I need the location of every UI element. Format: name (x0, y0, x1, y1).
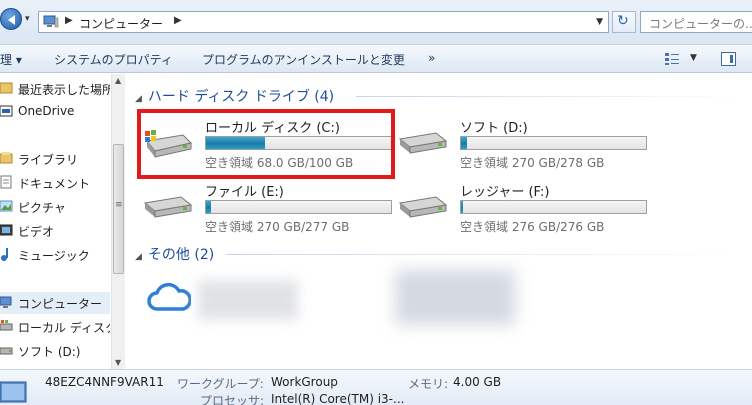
group-header-hdd[interactable]: ◢ ハード ディスク ドライブ (4) (135, 86, 334, 106)
blurred-item[interactable] (395, 270, 515, 325)
group-divider (356, 96, 746, 97)
recent-places-icon (0, 82, 13, 94)
memory-label: メモリ: (408, 377, 449, 391)
preview-pane-icon[interactable] (721, 52, 736, 66)
processor-label: プロセッサ: (200, 394, 265, 405)
videos-icon (0, 224, 13, 236)
scroll-down-icon[interactable]: ▼ (115, 358, 121, 367)
drive-f[interactable]: レッジャー (F:) 空き領域 276 GB/276 GB (398, 181, 648, 234)
address-bar-area: ▾ ▶ コンピューター ▶ ▼ ↻ コンピューターの... (0, 0, 752, 45)
scroll-up-icon[interactable]: ▲ (115, 76, 121, 85)
search-input[interactable]: コンピューターの... (640, 11, 752, 33)
drive-e[interactable]: ファイル (E:) 空き領域 270 GB/277 GB (143, 181, 393, 234)
history-dropdown-icon[interactable]: ▾ (25, 14, 30, 24)
capacity-bar (460, 136, 647, 150)
group-header-other[interactable]: ◢ その他 (2) (135, 244, 214, 264)
nav-scrollbar[interactable]: ▲ ▼ (111, 74, 125, 369)
blurred-item[interactable] (198, 280, 298, 320)
nav-item-libraries[interactable]: ライブラリ (0, 148, 110, 170)
back-button[interactable] (0, 8, 22, 30)
details-pane: 48EZC4NNF9VAR11 ワークグループ: WorkGroup メモリ: … (0, 369, 752, 405)
music-icon (1, 248, 8, 261)
computer-icon (0, 296, 12, 308)
workgroup-label: ワークグループ: (177, 377, 264, 391)
group-divider (226, 254, 746, 255)
capacity-bar (460, 200, 647, 214)
drive-icon (398, 196, 448, 218)
capacity-fill (461, 201, 463, 213)
drive-free-space: 空き領域 276 GB/276 GB (460, 220, 605, 234)
pictures-icon (0, 200, 13, 212)
collapse-triangle-icon[interactable]: ◢ (135, 252, 142, 262)
nav-item-recent-places[interactable]: 最近表示した場所 (0, 78, 110, 100)
address-dropdown-icon[interactable]: ▼ (596, 17, 603, 27)
more-commands-button[interactable]: » (428, 51, 435, 65)
capacity-bar (205, 200, 392, 214)
nav-item-computer[interactable]: コンピューター (0, 292, 110, 314)
refresh-button[interactable]: ↻ (612, 11, 636, 33)
collapse-triangle-icon[interactable]: ◢ (135, 94, 142, 104)
capacity-fill (461, 137, 467, 149)
workgroup-value: WorkGroup (271, 375, 338, 389)
computer-icon (43, 15, 59, 28)
organize-button[interactable]: 理 ▾ (0, 51, 22, 68)
breadcrumb-chevron-icon[interactable]: ▶ (65, 15, 73, 26)
system-properties-button[interactable]: システムのプロパティ (54, 51, 173, 68)
nav-item-local-disk[interactable]: ローカル ディスク (0, 316, 110, 338)
view-options-icon[interactable] (664, 52, 680, 66)
documents-icon (0, 175, 12, 189)
onedrive-icon (0, 105, 13, 117)
drive-name: ファイル (E:) (205, 185, 284, 200)
drive-icon (143, 196, 193, 218)
drive-icon (398, 132, 448, 154)
navigation-pane: 最近表示した場所 OneDrive ライブラリ ドキュメント ピクチャ ビデオ … (0, 74, 125, 369)
drive-name: ソフト (D:) (460, 121, 528, 136)
nav-item-onedrive[interactable]: OneDrive (0, 101, 110, 123)
nav-item-documents[interactable]: ドキュメント (0, 172, 110, 194)
nav-item-music[interactable]: ミュージック (0, 244, 110, 266)
search-placeholder: コンピューターの... (649, 17, 752, 31)
address-box[interactable]: ▶ コンピューター ▶ ▼ (38, 11, 609, 33)
capacity-fill (206, 201, 211, 213)
local-disk-icon (0, 320, 13, 331)
drive-name: レッジャー (F:) (460, 185, 550, 200)
breadcrumb-computer[interactable]: コンピューター (79, 15, 163, 32)
command-bar: 理 ▾ システムのプロパティ プログラムのアンインストールと変更 » ▼ (0, 45, 752, 73)
drive-free-space: 空き領域 270 GB/278 GB (460, 156, 605, 170)
breadcrumb-chevron-icon[interactable]: ▶ (174, 15, 182, 26)
nav-item-soft-d[interactable]: ソフト (D:) (0, 340, 110, 362)
drive-icon (0, 347, 13, 355)
cloud-icon[interactable] (147, 281, 191, 313)
library-icon (0, 152, 13, 164)
uninstall-program-button[interactable]: プログラムのアンインストールと変更 (202, 51, 405, 68)
computer-name: 48EZC4NNF9VAR11 (45, 375, 164, 389)
nav-item-videos[interactable]: ビデオ (0, 220, 110, 242)
view-dropdown-icon[interactable]: ▼ (690, 53, 697, 63)
nav-item-pictures[interactable]: ピクチャ (0, 196, 110, 218)
refresh-icon: ↻ (617, 13, 629, 29)
scroll-thumb[interactable] (113, 144, 124, 274)
highlight-box (137, 109, 395, 179)
drive-free-space: 空き領域 270 GB/277 GB (205, 220, 350, 234)
memory-value: 4.00 GB (453, 375, 502, 389)
processor-value: Intel(R) Core(TM) i3-... (271, 392, 405, 405)
computer-icon (0, 381, 27, 403)
drive-d[interactable]: ソフト (D:) 空き領域 270 GB/278 GB (398, 117, 648, 170)
